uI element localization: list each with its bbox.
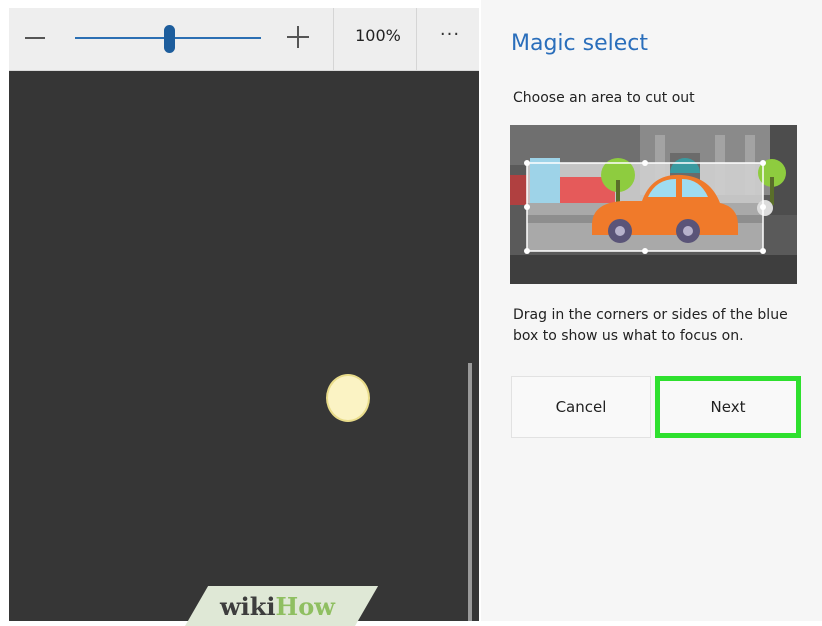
zoom-level[interactable]: 100% <box>343 26 413 45</box>
next-button[interactable]: Next <box>655 376 801 438</box>
preview-image[interactable] <box>510 125 797 284</box>
watermark-part2: How <box>275 592 335 621</box>
zoom-slider-thumb[interactable] <box>164 25 175 53</box>
panel-help-text: Drag in the corners or sides of the blue… <box>513 307 788 344</box>
panel-subtitle: Choose an area to cut out <box>513 90 695 106</box>
more-options-icon[interactable]: ··· <box>430 24 470 45</box>
toolbar-divider <box>416 8 417 70</box>
cursor-highlight <box>326 374 370 422</box>
zoom-in-icon[interactable] <box>287 26 309 48</box>
zoom-out-icon[interactable] <box>25 37 45 39</box>
vertical-scrollbar[interactable] <box>468 363 472 621</box>
watermark-logo: wikiHow <box>220 592 335 621</box>
magic-select-panel: Magic select Choose an area to cut out D… <box>481 0 822 621</box>
canvas-area[interactable] <box>9 71 479 621</box>
app-window: 100% ··· Magic select Choose an area to … <box>0 0 822 626</box>
toolbar-divider <box>333 8 334 70</box>
panel-title: Magic select <box>511 31 648 56</box>
zoom-toolbar: 100% ··· <box>9 8 479 71</box>
cancel-button[interactable]: Cancel <box>511 376 651 438</box>
watermark-part1: wiki <box>220 592 276 621</box>
